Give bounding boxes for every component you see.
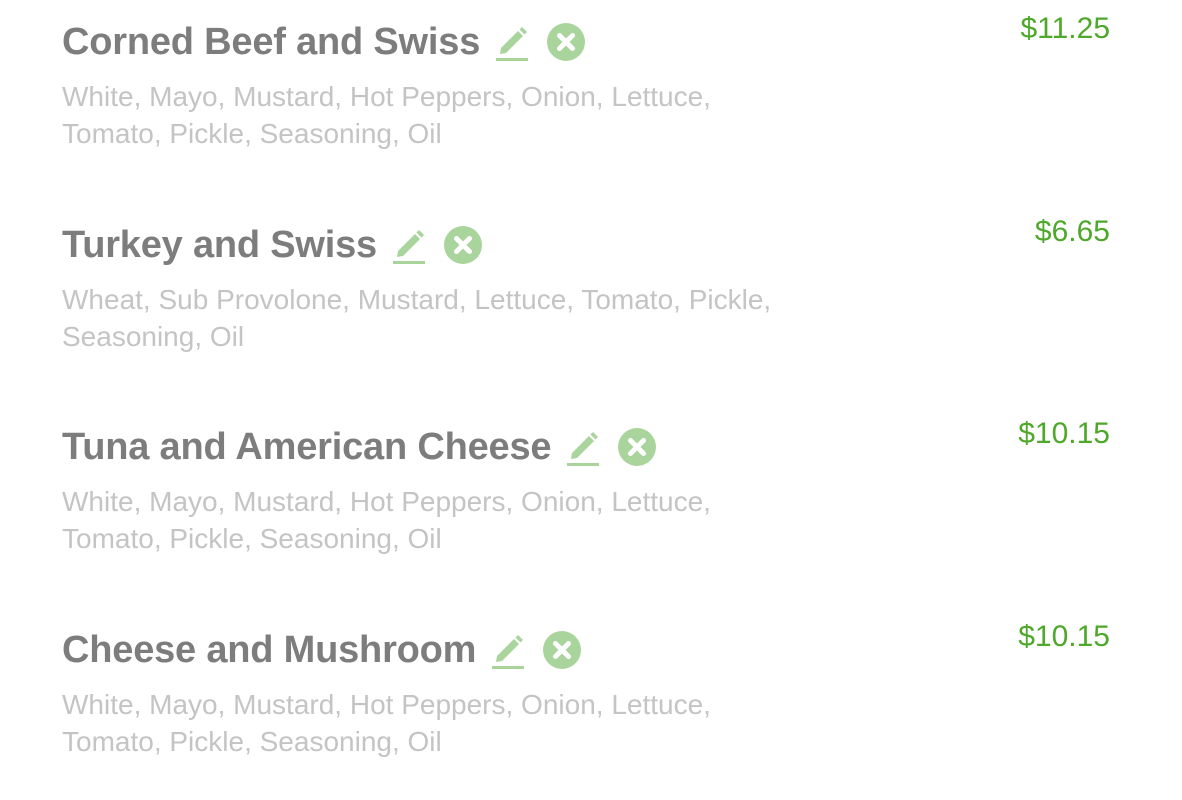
edit-item-button[interactable] xyxy=(393,225,425,265)
item-price: $6.65 xyxy=(1034,215,1110,248)
order-item-header: Turkey and Swiss xyxy=(62,223,1110,267)
item-name: Corned Beef and Swiss xyxy=(62,20,481,63)
remove-item-button[interactable] xyxy=(546,22,586,62)
remove-circle-icon xyxy=(444,226,482,264)
item-description: White, Mayo, Mustard, Hot Peppers, Onion… xyxy=(62,486,711,554)
order-item-header: Tuna and American Cheese xyxy=(62,425,1110,469)
edit-item-button[interactable] xyxy=(496,22,529,62)
order-item-header: Cheese and Mushroom xyxy=(62,628,1110,672)
order-item: Cheese and Mushroom White, Mayo, Mustard… xyxy=(62,620,1110,788)
pencil-icon xyxy=(492,635,525,669)
remove-item-button[interactable] xyxy=(617,427,657,467)
order-item-header: Corned Beef and Swiss xyxy=(62,20,1110,64)
remove-circle-icon xyxy=(543,631,582,669)
pencil-icon xyxy=(496,27,529,61)
edit-item-button[interactable] xyxy=(567,427,600,467)
order-item: Turkey and Swiss Wheat, Sub Provolone, M… xyxy=(62,215,1110,383)
item-description: White, Mayo, Mustard, Hot Peppers, Onion… xyxy=(62,81,711,149)
item-description: White, Mayo, Mustard, Hot Peppers, Onion… xyxy=(62,689,711,757)
item-price: $10.15 xyxy=(1018,620,1110,653)
item-price: $10.15 xyxy=(1018,417,1110,450)
order-item: Corned Beef and Swiss White, Mayo, Musta… xyxy=(62,12,1110,180)
remove-circle-icon xyxy=(618,428,657,466)
remove-item-button[interactable] xyxy=(542,630,582,670)
remove-item-button[interactable] xyxy=(443,225,483,265)
item-name: Cheese and Mushroom xyxy=(62,628,477,671)
order-item-list: Corned Beef and Swiss White, Mayo, Musta… xyxy=(0,0,1182,800)
order-item: Tuna and American Cheese White, Mayo, Mu… xyxy=(62,417,1110,585)
remove-circle-icon xyxy=(547,23,586,61)
edit-item-button[interactable] xyxy=(492,630,525,670)
item-name: Tuna and American Cheese xyxy=(62,425,552,468)
item-description: Wheat, Sub Provolone, Mustard, Lettuce, … xyxy=(62,284,772,352)
pencil-icon xyxy=(393,230,425,264)
item-price: $11.25 xyxy=(1020,12,1110,45)
item-name: Turkey and Swiss xyxy=(62,223,377,266)
pencil-icon xyxy=(567,432,600,466)
